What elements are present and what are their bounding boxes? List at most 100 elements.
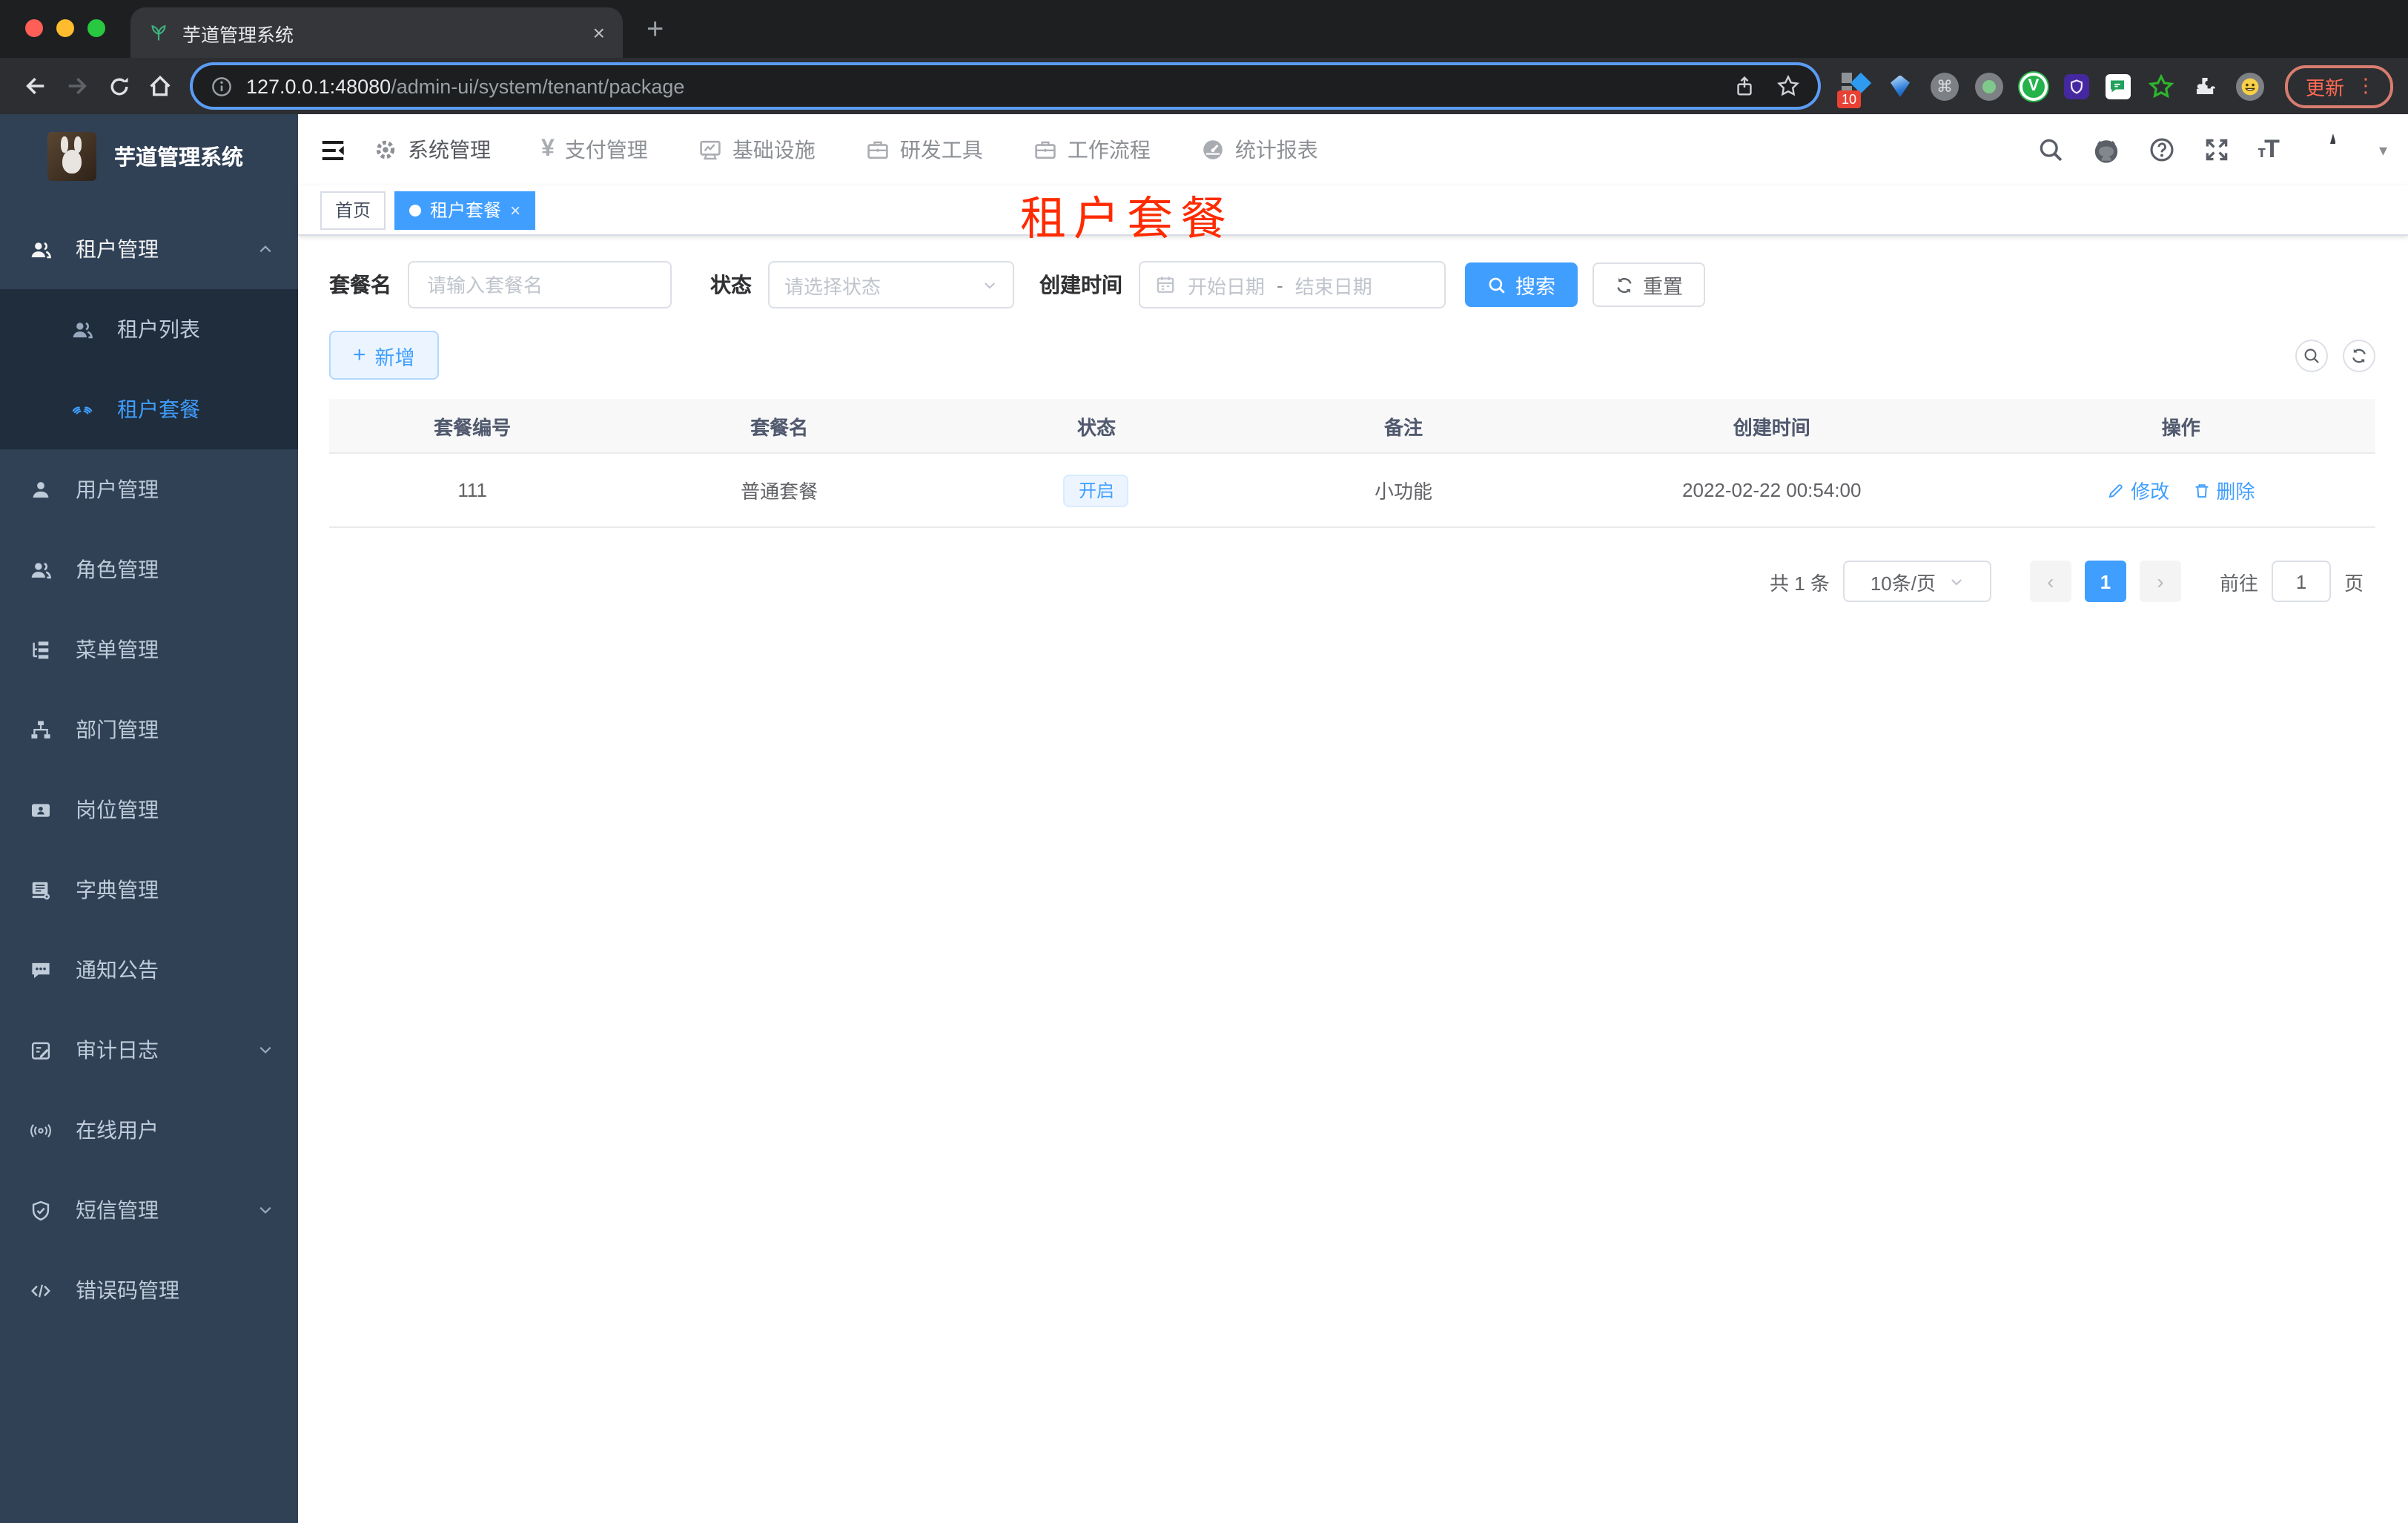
- reload-icon[interactable]: [98, 65, 139, 107]
- tag-close-icon[interactable]: ×: [510, 199, 520, 220]
- record-extension-icon[interactable]: [1974, 72, 2003, 100]
- shield-purple-extension-icon[interactable]: [2063, 73, 2089, 99]
- fullscreen-icon[interactable]: [2203, 136, 2229, 163]
- current-page-button[interactable]: 1: [2084, 561, 2126, 602]
- chevron-down-icon: [257, 1201, 274, 1219]
- online-user-icon: [30, 1119, 52, 1141]
- sidebar-item-audit-log[interactable]: 审计日志: [0, 1010, 298, 1090]
- sidebar-item-error-code[interactable]: 错误码管理: [0, 1250, 298, 1330]
- page-title-annotation: 租户套餐: [1020, 193, 1234, 245]
- github-icon[interactable]: [2091, 136, 2120, 164]
- tab-close-icon[interactable]: ×: [593, 21, 605, 44]
- sidebar-item-post-management[interactable]: 岗位管理: [0, 770, 298, 850]
- dictionary-icon: [30, 879, 52, 901]
- browser-menu-icon[interactable]: ⋮: [2356, 74, 2375, 98]
- prev-page-button[interactable]: ‹: [2029, 561, 2071, 602]
- sidebar-item-role-management[interactable]: 角色管理: [0, 529, 298, 609]
- next-page-button[interactable]: ›: [2139, 561, 2181, 602]
- topnav-label: 基础设施: [732, 138, 816, 162]
- close-window-button[interactable]: [25, 19, 43, 37]
- package-name-input[interactable]: [408, 261, 672, 308]
- site-info-icon[interactable]: [211, 75, 233, 97]
- tab-title: 芋道管理系统: [182, 24, 294, 45]
- chevron-down-icon: [1948, 573, 1964, 589]
- create-time-label: 创建时间: [1039, 273, 1122, 297]
- roles-icon: [30, 558, 52, 581]
- avatar-caret-icon[interactable]: ▾: [2379, 140, 2387, 159]
- topnav-infrastructure[interactable]: 基础设施: [698, 135, 816, 165]
- share-icon[interactable]: [1733, 74, 1756, 98]
- status-select[interactable]: 请选择状态: [768, 261, 1014, 308]
- sidebar-item-tenant-management[interactable]: 租户管理: [0, 209, 298, 289]
- browser-update-button[interactable]: 更新 ⋮: [2284, 65, 2393, 108]
- date-start-placeholder: 开始日期: [1188, 275, 1266, 297]
- chat-green-extension-icon[interactable]: [2105, 73, 2131, 99]
- sidebar-item-dictionary-management[interactable]: 字典管理: [0, 850, 298, 930]
- reset-button[interactable]: 重置: [1592, 262, 1705, 307]
- browser-tab[interactable]: 芋道管理系统 ×: [130, 7, 623, 58]
- user-avatar[interactable]: [2306, 128, 2351, 172]
- briefcase-icon: [1033, 138, 1057, 162]
- sidebar-item-menu-management[interactable]: 菜单管理: [0, 609, 298, 690]
- browser-tab-strip: 芋道管理系统 × +: [0, 0, 2408, 58]
- sidebar-item-department-management[interactable]: 部门管理: [0, 690, 298, 770]
- sidebar-item-label: 角色管理: [76, 558, 159, 581]
- edit-action[interactable]: 修改: [2107, 476, 2169, 504]
- tag-home[interactable]: 首页: [320, 191, 386, 229]
- sidebar-item-tenant-package[interactable]: 租户套餐: [0, 369, 298, 449]
- minimize-window-button[interactable]: [56, 19, 74, 37]
- sidebar-collapse-icon[interactable]: [319, 136, 347, 164]
- search-icon[interactable]: [2037, 136, 2063, 163]
- toggle-search-button[interactable]: [2295, 339, 2328, 371]
- column-header: 备注: [1383, 416, 1423, 438]
- delete-action-label: 删除: [2216, 480, 2255, 503]
- emoji-face-extension-icon[interactable]: [2235, 72, 2264, 100]
- grid-diamond-extension-icon[interactable]: 10: [1836, 71, 1872, 108]
- sidebar-item-notice[interactable]: 通知公告: [0, 930, 298, 1010]
- url-bar[interactable]: 127.0.0.1:48080/admin-ui/system/tenant/p…: [193, 65, 1818, 107]
- bookmark-star-icon[interactable]: [1776, 74, 1800, 98]
- topnav-workflow[interactable]: 工作流程: [1033, 135, 1151, 165]
- extensions-area: 10 ⌘ V: [1836, 71, 2264, 108]
- browser-window: 芋道管理系统 × + 127.0.0.1:48080/admin-ui/syst…: [0, 0, 2408, 1523]
- sidebar-item-online-users[interactable]: 在线用户: [0, 1090, 298, 1170]
- sidebar-item-label: 租户套餐: [117, 397, 200, 421]
- tag-tenant-package[interactable]: 租户套餐 ×: [394, 191, 536, 229]
- status-badge[interactable]: 开启: [1063, 474, 1129, 506]
- sidebar-item-tenant-list[interactable]: 租户列表: [0, 289, 298, 369]
- yen-icon: ¥: [541, 136, 555, 162]
- topnav-system-management[interactable]: 系统管理: [374, 135, 491, 165]
- forward-icon[interactable]: [56, 65, 98, 107]
- search-button[interactable]: 搜索: [1465, 262, 1578, 307]
- gem-extension-icon[interactable]: [1886, 72, 1914, 100]
- v-green-extension-icon[interactable]: V: [2019, 72, 2048, 100]
- search-button-label: 搜索: [1515, 276, 1555, 298]
- topnav-dev-tools[interactable]: 研发工具: [866, 135, 983, 165]
- command-extension-icon[interactable]: ⌘: [1930, 72, 1959, 100]
- star-green-extension-icon[interactable]: [2147, 72, 2175, 100]
- app-logo-row[interactable]: 芋道管理系统: [0, 114, 298, 197]
- home-icon[interactable]: [139, 65, 181, 107]
- topnav-statistics[interactable]: 统计报表: [1201, 135, 1318, 165]
- sidebar-item-sms-management[interactable]: 短信管理: [0, 1170, 298, 1250]
- pencil-icon: [2107, 481, 2125, 499]
- goto-page-input[interactable]: [2271, 561, 2331, 602]
- date-range-picker[interactable]: 开始日期 - 结束日期: [1139, 261, 1446, 308]
- zoom-window-button[interactable]: [87, 19, 105, 37]
- font-size-icon[interactable]: тT: [2258, 135, 2280, 165]
- refresh-table-button[interactable]: [2343, 339, 2375, 371]
- table-row: 111 普通套餐 开启 小功能 2022-02-22 00:54:00 修改 删…: [329, 454, 2375, 528]
- back-icon[interactable]: [15, 65, 56, 107]
- puzzle-extensions-icon[interactable]: [2192, 72, 2220, 100]
- page-size-select[interactable]: 10条/页: [1842, 561, 1991, 602]
- topnav-payment-management[interactable]: ¥ 支付管理: [541, 135, 648, 165]
- add-button[interactable]: + 新增: [329, 331, 439, 380]
- new-tab-button[interactable]: +: [646, 13, 664, 47]
- sidebar-item-label: 菜单管理: [76, 638, 159, 661]
- briefcase-icon: [866, 138, 890, 162]
- help-icon[interactable]: [2148, 136, 2174, 163]
- delete-action[interactable]: 删除: [2192, 476, 2255, 504]
- sidebar-item-user-management[interactable]: 用户管理: [0, 449, 298, 529]
- table-toolbar: + 新增: [329, 331, 2375, 380]
- cell-created-at: 2022-02-22 00:54:00: [1682, 479, 1862, 501]
